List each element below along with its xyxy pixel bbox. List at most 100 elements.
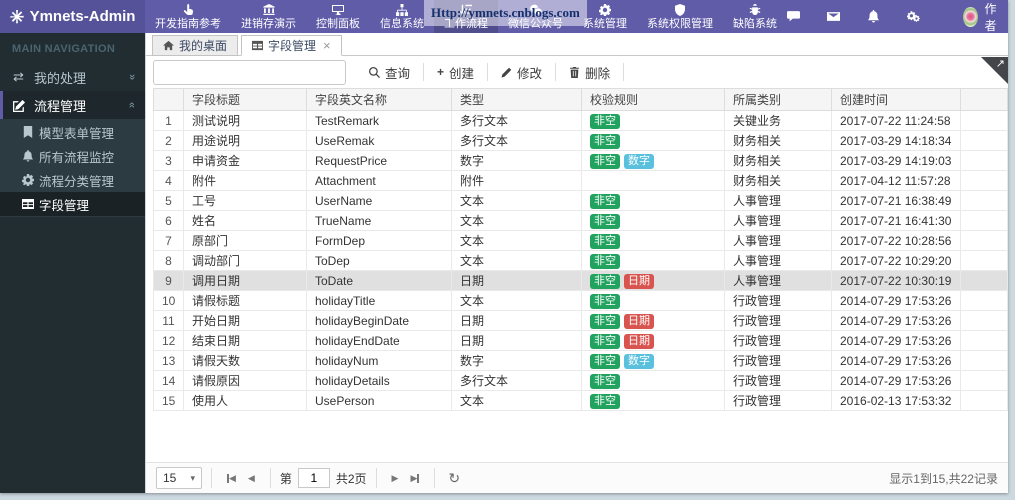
table-row[interactable]: 1 测试说明 TestRemark 多行文本 非空 关键业务 2017-07-22 11:2… [153,110,1008,131]
tab[interactable]: 我的桌面 [152,35,239,56]
table-icon [252,40,264,51]
cell-field-en-name: FormDep [306,230,452,251]
nav-invoicing-demo[interactable]: 进销存演示 [231,0,306,33]
envelope-icon[interactable] [827,10,840,23]
rule-badge: 非空 [590,213,620,229]
cell-created: 2014-07-29 17:53:26 [831,350,961,371]
cell-rules: 非空 [581,130,725,151]
prev-page-button[interactable]: ◀ [242,473,261,484]
refresh-icon[interactable]: ↻ [444,470,464,487]
close-icon[interactable]: × [323,39,331,52]
first-page-button[interactable]: ◀ [221,473,242,484]
table-row[interactable]: 11 开始日期 holidayBeginDate 日期 非空 日期 行政管理 2014-07-… [153,310,1008,331]
cell-filler [960,250,1008,271]
cell-rules: 非空 [581,210,725,231]
cell-created: 2014-07-29 17:53:26 [831,330,961,351]
last-page-button[interactable]: ▶ [404,473,425,484]
cell-index: 2 [153,130,184,151]
cell-rules: 非空 数字 [581,150,725,171]
user-menu[interactable]: 作者 [963,0,1002,34]
cell-index: 13 [153,350,184,371]
column-header[interactable]: 创建时间 [831,88,961,111]
top-menu-item-label: 控制面板 [316,17,360,30]
top-menu-item-label: 信息系统 [380,17,424,30]
table-row[interactable]: 4 附件 Attachment 附件 财务相关 2017-04-12 11:57:28 [153,170,1008,191]
table-row[interactable]: 15 使用人 UsePerson 文本 非空 行政管理 2016-02-13 17:53:3… [153,390,1008,411]
tab[interactable]: 字段管理 × [241,35,342,56]
rule-badge: 非空 [590,333,620,349]
sidebar-item[interactable]: ⇄ 我的处理 » [0,63,145,91]
cell-index: 1 [153,110,184,131]
sidebar-item[interactable]: 流程管理 » [0,91,145,119]
cell-field-title: 附件 [183,170,307,191]
avatar [963,6,978,27]
pager-summary: 显示1到15,共22记录 [889,471,998,486]
sidebar-subitem-label: 字段管理 [39,198,90,213]
table-row[interactable]: 10 请假标题 holidayTitle 文本 非空 行政管理 2014-07-29 17:… [153,290,1008,311]
comments-icon[interactable] [787,10,800,23]
table-row[interactable]: 6 姓名 TrueName 文本 非空 人事管理 2017-07-21 16:41:30 [153,210,1008,231]
expand-arrow-icon[interactable]: ↗ [996,59,1005,70]
toolbar-button-label: 查询 [385,66,411,81]
brand-logo[interactable]: Ymnets-Admin [0,0,145,33]
shield-icon [674,3,686,16]
cell-field-title: 用途说明 [183,130,307,151]
cell-created: 2017-07-22 10:30:19 [831,270,961,291]
column-header[interactable]: 类型 [451,88,582,111]
sidebar-subitem[interactable]: 模型表单管理 [0,120,145,144]
cogs-icon[interactable] [907,10,920,23]
column-header[interactable]: 字段英文名称 [306,88,452,111]
gear-icon [599,3,611,16]
sidebar-subitem[interactable]: 字段管理 [0,192,145,216]
column-header[interactable]: 所属类别 [724,88,832,111]
cell-field-en-name: UseRemak [306,130,452,151]
column-header[interactable]: 校验规则 [581,88,725,111]
page-total-label: 共2页 [335,471,367,486]
cell-type: 日期 [451,330,582,351]
cell-field-title: 开始日期 [183,310,307,331]
sidebar-subitem[interactable]: 所有流程监控 [0,144,145,168]
delete-button[interactable]: 删除 [556,62,623,82]
cell-type: 文本 [451,390,582,411]
column-header[interactable] [153,88,184,111]
create-button[interactable]: + 创建 [424,62,487,82]
table-row[interactable]: 7 原部门 FormDep 文本 非空 人事管理 2017-07-22 10:28:56 [153,230,1008,251]
page-prefix-label: 第 [279,471,292,486]
cell-type: 多行文本 [451,110,582,131]
modify-button[interactable]: 修改 [488,62,555,82]
cell-type: 文本 [451,190,582,211]
query-button[interactable]: 查询 [356,62,423,82]
table-row[interactable]: 8 调动部门 ToDep 文本 非空 人事管理 2017-07-22 10:29:20 [153,250,1008,271]
nav-defect-system[interactable]: 缺陷系统 [723,0,787,33]
next-page-button[interactable]: ▶ [386,473,405,484]
nav-control-panel[interactable]: 控制面板 [306,0,370,33]
rule-badge: 非空 [590,193,620,209]
cell-category: 财务相关 [724,130,832,151]
page-number-input[interactable] [297,468,330,488]
sidebar-subitem[interactable]: 流程分类管理 [0,168,145,192]
pager-separator [211,468,212,488]
table-row[interactable]: 9 调用日期 ToDate 日期 非空 日期 人事管理 2017-07-22 10:30:19 [153,270,1008,291]
column-header[interactable]: 字段标题 [183,88,307,111]
table-row[interactable]: 5 工号 UserName 文本 非空 人事管理 2017-07-21 16:38:49 [153,190,1008,211]
caret-down-icon: ▾ [190,472,195,483]
sidebar-item-label: 我的处理 [34,70,87,86]
cell-rules: 非空 日期 [581,270,725,291]
table-row[interactable]: 3 申请资金 RequestPrice 数字 非空 数字 财务相关 2017-03-29 14… [153,150,1008,171]
nav-dev-guide[interactable]: 开发指南参考 [145,0,231,33]
table-row[interactable]: 12 结束日期 holidayEndDate 日期 非空 日期 行政管理 2014-07-29… [153,330,1008,351]
search-input[interactable] [153,59,346,85]
home-icon [163,40,174,51]
page-size-select[interactable]: 15 ▾ [156,467,202,489]
rule-badge: 非空 [590,273,620,289]
trash-icon [569,66,580,78]
rule-badge: 非空 [590,313,620,329]
table-row[interactable]: 14 请假原因 holidayDetails 多行文本 非空 行政管理 2014-07-29… [153,370,1008,391]
tab-label: 我的桌面 [179,39,228,53]
toolbar-separator [623,63,625,81]
table-row[interactable]: 2 用途说明 UseRemak 多行文本 非空 财务相关 2017-03-29 14:18:… [153,130,1008,151]
rule-badge: 非空 [590,393,620,409]
bell-icon[interactable] [867,10,880,23]
table-row[interactable]: 13 请假天数 holidayNum 数字 非空 数字 行政管理 2014-07-29 17:… [153,350,1008,371]
nav-permission-admin[interactable]: 系统权限管理 [637,0,723,33]
